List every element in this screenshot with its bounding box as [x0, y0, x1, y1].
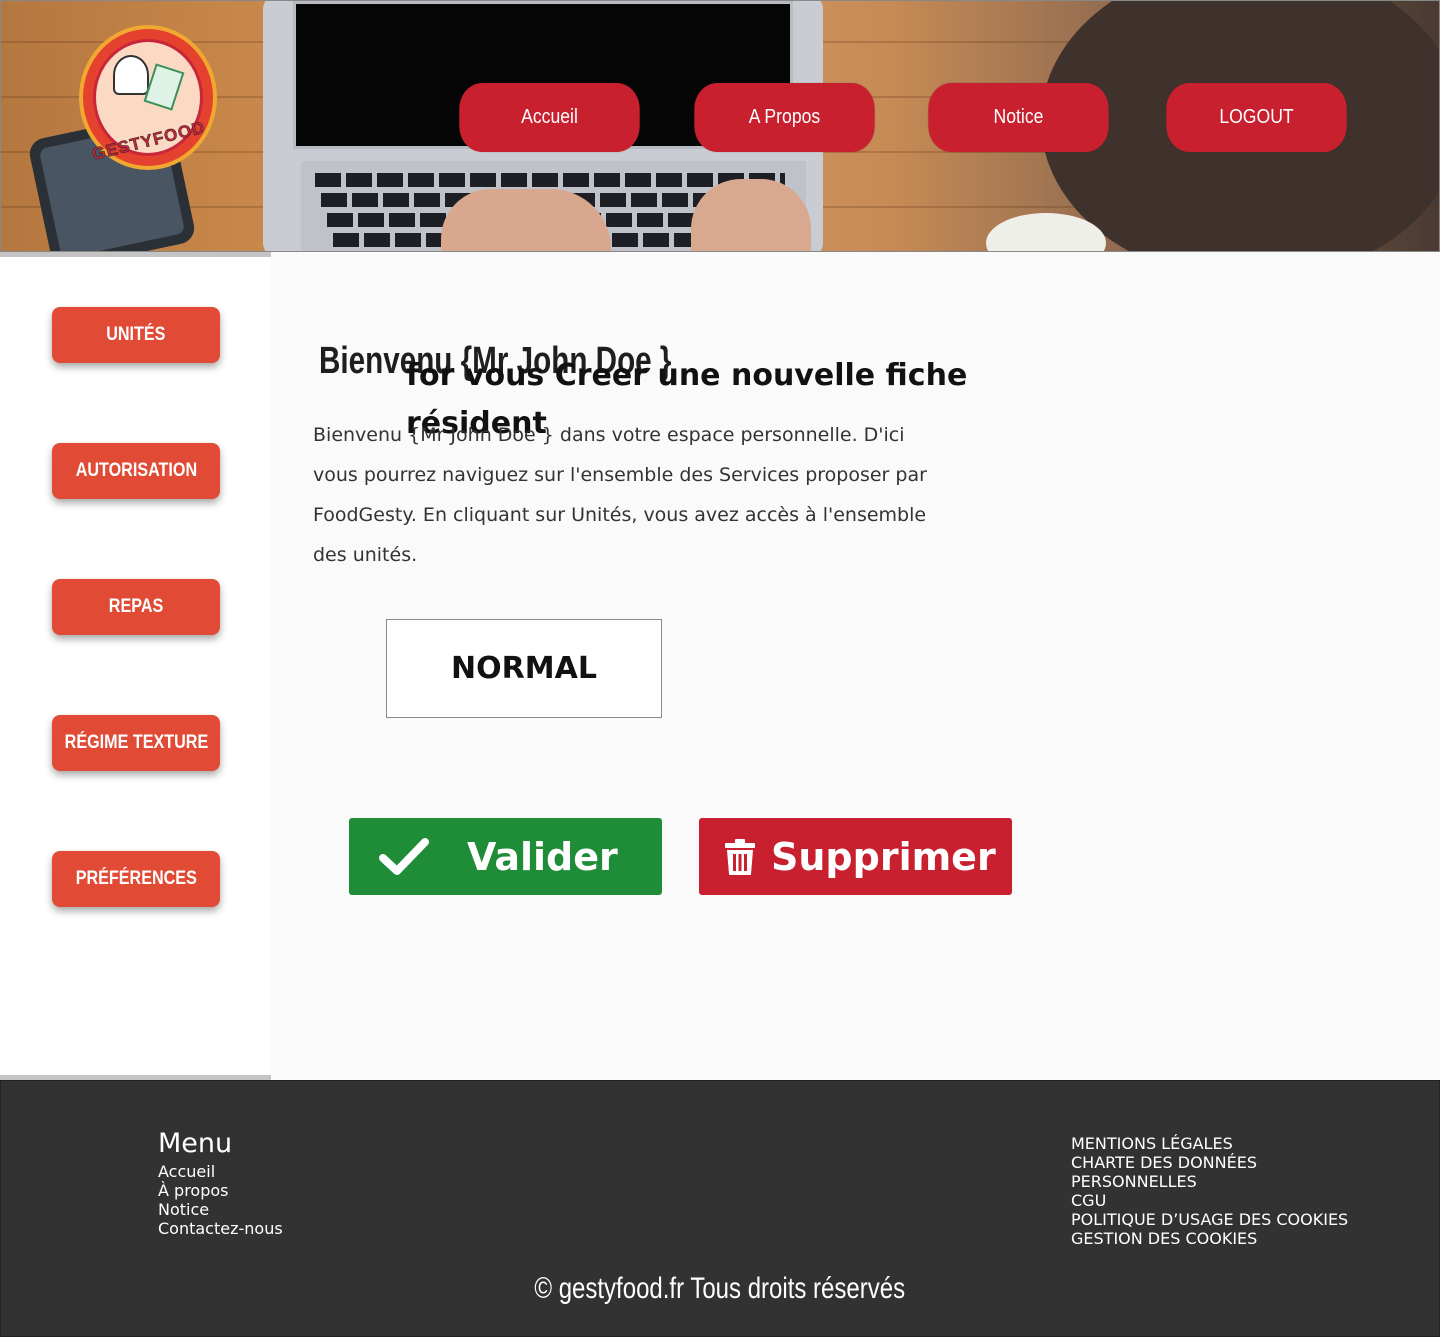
footer-link-apropos[interactable]: À propos — [158, 1181, 228, 1200]
footer-link-charte-donnees-cont[interactable]: PERSONNELLES — [1071, 1172, 1197, 1191]
chef-hat-icon — [113, 55, 149, 95]
copyright: © gestyfood.fr Tous droits réservés — [0, 1272, 1440, 1306]
check-icon — [379, 837, 429, 877]
texture-choice-box[interactable]: NORMAL — [386, 619, 662, 718]
nav-apropos-button[interactable]: A Propos — [694, 83, 875, 152]
background-hand — [691, 179, 811, 251]
sidebar-item-label: RÉGIME TEXTURE — [64, 732, 208, 753]
trash-icon — [723, 838, 757, 876]
gestyfood-logo[interactable]: GESTYFOOD — [79, 25, 217, 170]
sidebar-item-regime-texture[interactable]: RÉGIME TEXTURE — [52, 715, 220, 771]
footer-menu-title: Menu — [158, 1128, 233, 1159]
logout-button[interactable]: LOGOUT — [1166, 83, 1347, 152]
sidebar-item-preferences[interactable]: PRÉFÉRENCES — [52, 851, 220, 907]
nav-notice-button[interactable]: Notice — [928, 83, 1109, 152]
footer-link-charte-donnees[interactable]: CHARTE DES DONNÉES — [1071, 1153, 1257, 1172]
footer-link-gestion-cookies[interactable]: GESTION DES COOKIES — [1071, 1229, 1257, 1248]
sidebar-item-unites[interactable]: UNITÉS — [52, 307, 220, 363]
footer-link-politique-cookies[interactable]: POLITIQUE D’USAGE DES COOKIES — [1071, 1210, 1348, 1229]
footer-link-cgu[interactable]: CGU — [1071, 1191, 1106, 1210]
footer-link-mentions-legales[interactable]: MENTIONS LÉGALES — [1071, 1134, 1233, 1153]
intro-text: Bienvenu {Mr John Doe } dans votre espac… — [313, 424, 927, 566]
sidebar — [0, 252, 271, 1080]
sidebar-item-label: UNITÉS — [106, 324, 166, 345]
nav-accueil-button[interactable]: Accueil — [459, 83, 640, 152]
sidebar-item-label: REPAS — [108, 596, 164, 617]
sidebar-item-repas[interactable]: REPAS — [52, 579, 220, 635]
sidebar-item-label: PRÉFÉRENCES — [75, 868, 197, 889]
delete-button[interactable]: Supprimer — [699, 818, 1012, 895]
copyright-text: © gestyfood.fr Tous droits réservés — [534, 1272, 906, 1305]
footer-link-notice[interactable]: Notice — [158, 1200, 209, 1219]
delete-label: Supprimer — [771, 834, 996, 879]
footer-link-accueil[interactable]: Accueil — [158, 1162, 215, 1181]
validate-button[interactable]: Valider — [349, 818, 662, 895]
footer-link-contact[interactable]: Contactez-nous — [158, 1219, 283, 1238]
validate-label: Valider — [467, 834, 618, 879]
sidebar-item-label: AUTORISATION — [75, 460, 197, 481]
sidebar-item-autorisation[interactable]: AUTORISATION — [52, 443, 220, 499]
